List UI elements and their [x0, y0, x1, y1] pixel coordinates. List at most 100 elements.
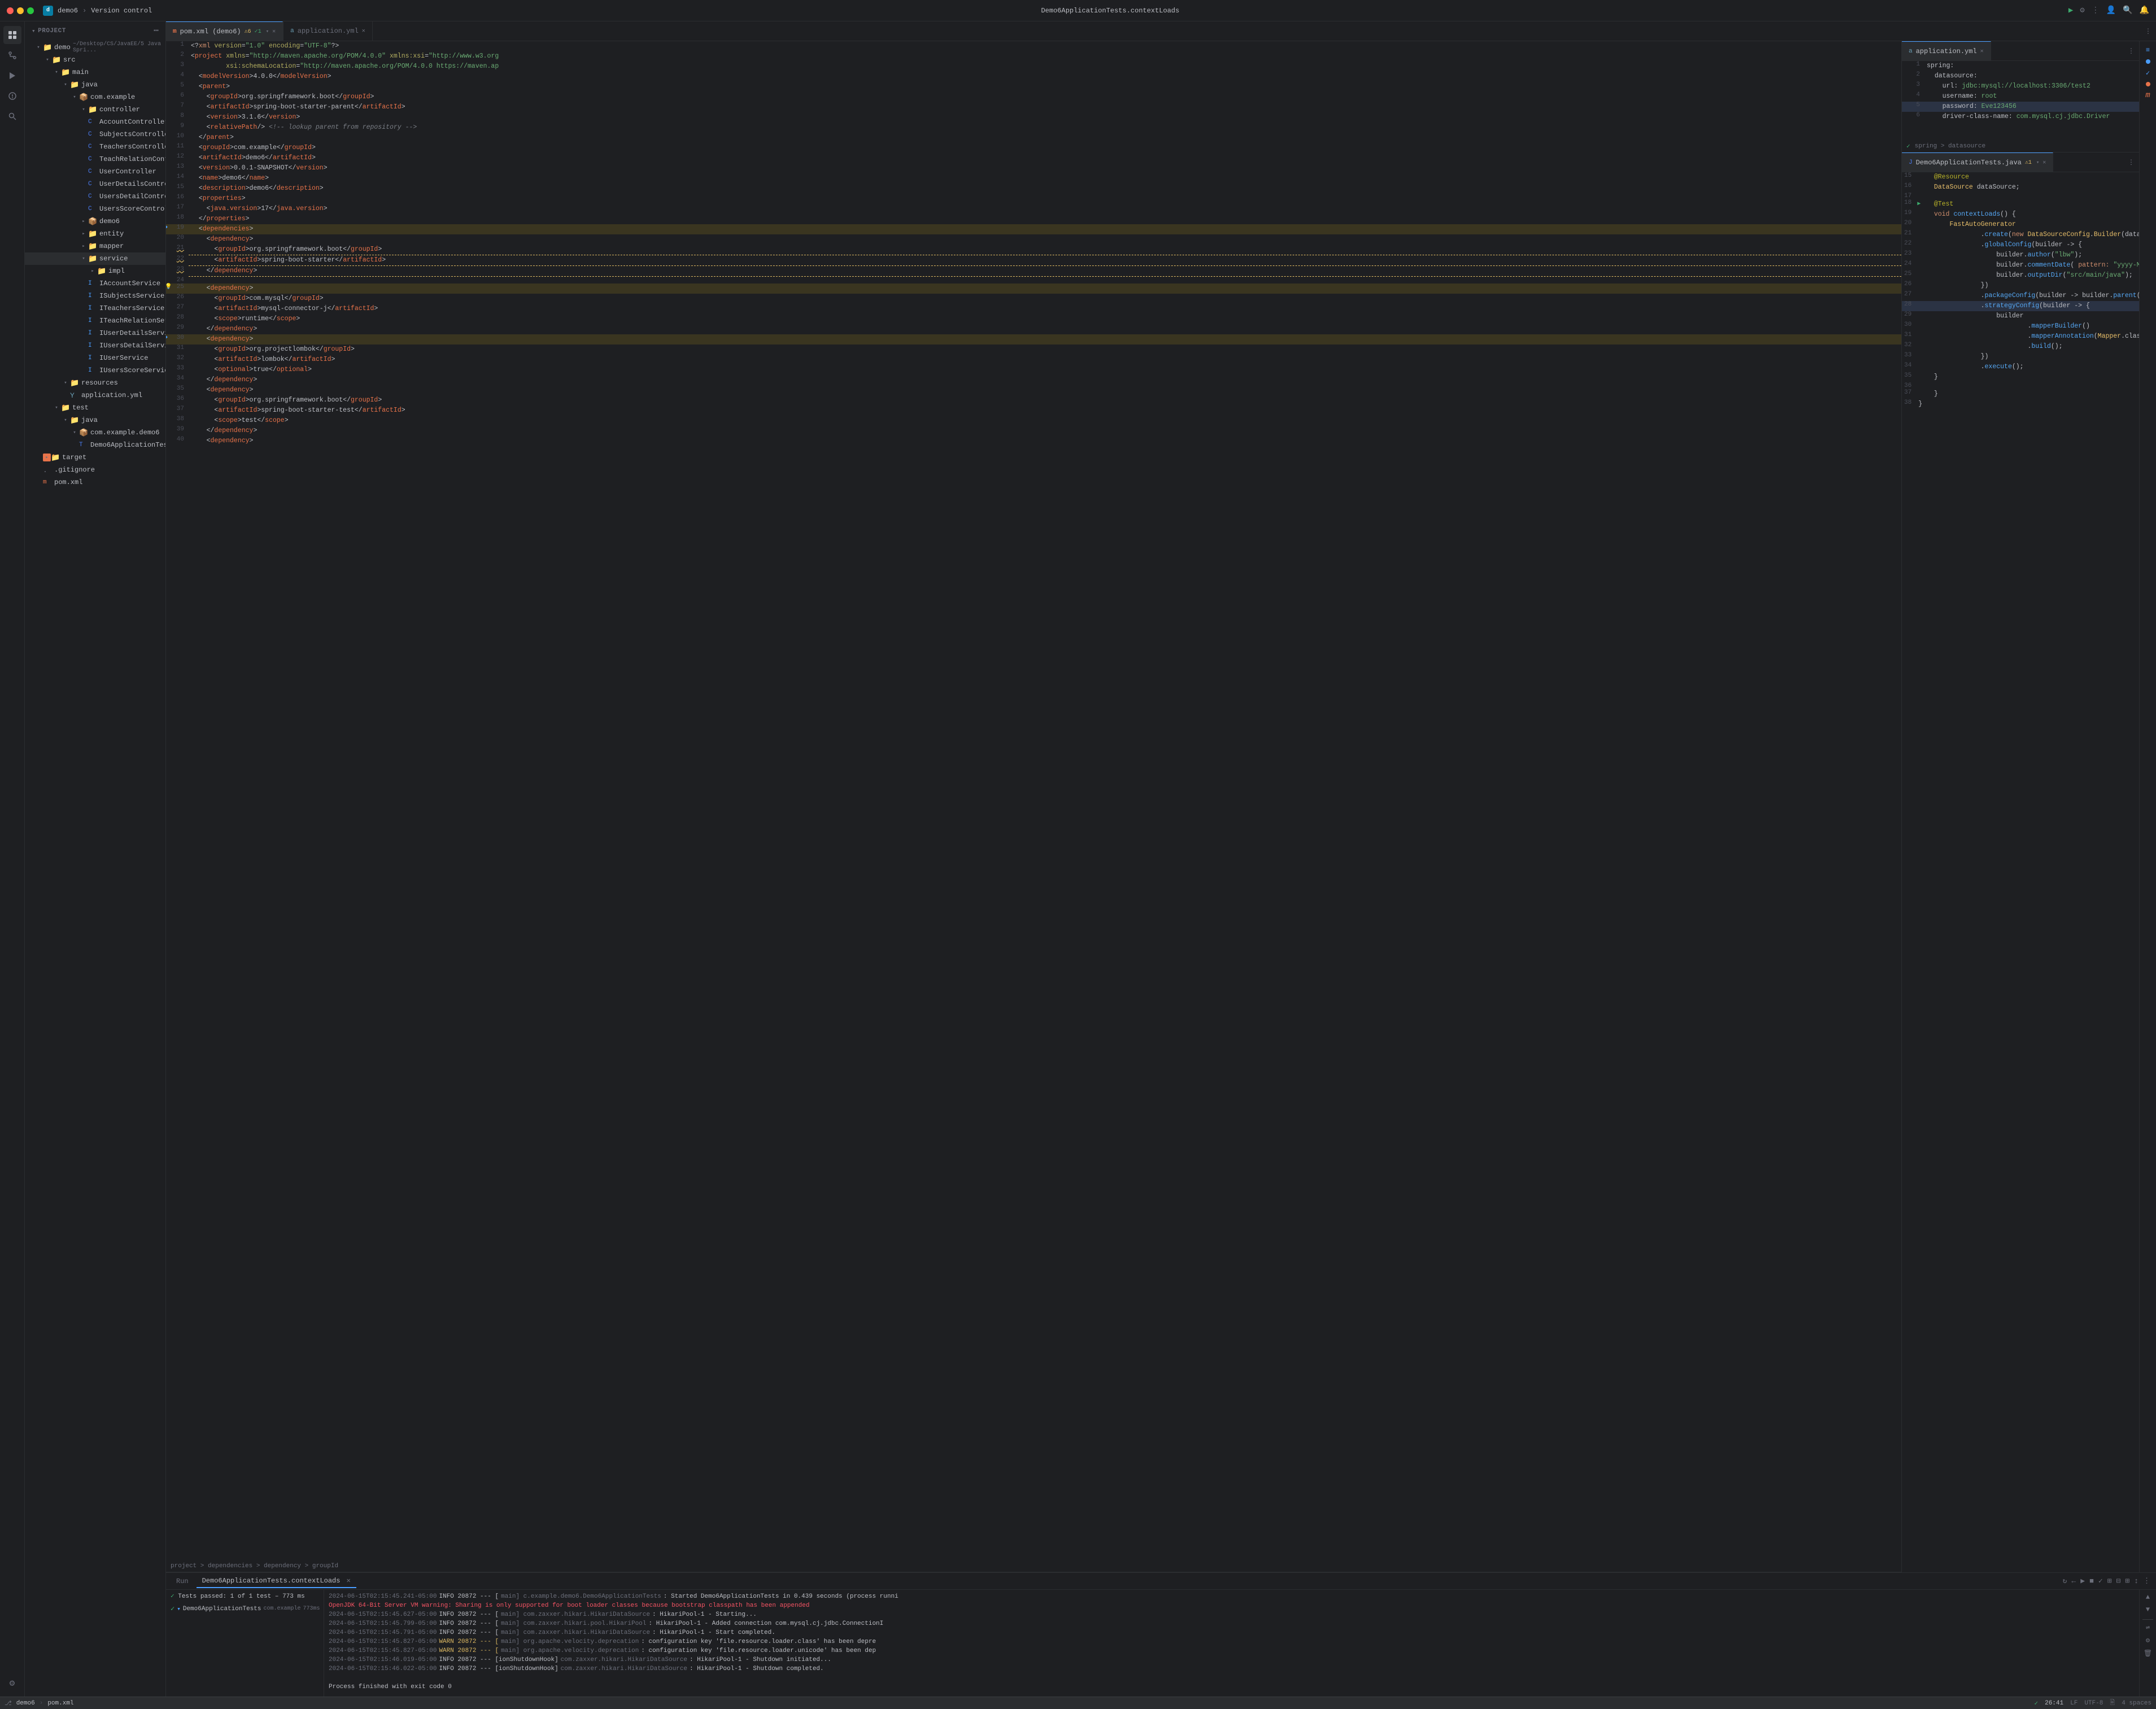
activity-run-icon[interactable] [3, 67, 21, 85]
sidebar-item-pom-xml[interactable]: m pom.xml [25, 476, 165, 489]
sidebar-item-impl[interactable]: ▸ 📁 impl [25, 265, 165, 277]
activity-vcs-icon[interactable] [3, 46, 21, 64]
scroll-up-button[interactable]: ▲ [2145, 1592, 2151, 1602]
tab-yml-close-button[interactable]: ✕ [362, 28, 365, 34]
sidebar-item-ITeachRelationService[interactable]: I ITeachRelationService [25, 315, 165, 327]
sidebar-item-java-test[interactable]: ▾ 📁 java [25, 414, 165, 426]
panel-settings-icon[interactable]: ⚙ [2145, 1635, 2151, 1646]
test-tree-root[interactable]: ✓ ▾ Demo6ApplicationTests com.example 77… [171, 1603, 319, 1614]
project-name[interactable]: demo6 [58, 7, 78, 15]
sidebar-item-UsersDetailController[interactable]: C UsersDetailController [25, 190, 165, 203]
panel-expand-icon[interactable]: ⊞ [2124, 1576, 2131, 1586]
line-ending[interactable]: LF [2070, 1700, 2078, 1707]
sidebar-item-java[interactable]: ▾ 📁 java [25, 79, 165, 91]
git-branch-name[interactable]: demo6 [16, 1700, 35, 1707]
notifications-icon[interactable]: 🔔 [2140, 6, 2149, 15]
sidebar-item-IUserService[interactable]: I IUserService [25, 352, 165, 364]
sidebar-item-UsersScoreController[interactable]: C UsersScoreController [25, 203, 165, 215]
java-code[interactable]: 15 @Resource 16 DataSource dataSource; 1… [1902, 172, 2139, 1572]
sidebar-item-src[interactable]: ▾ 📁 src [25, 54, 165, 66]
sidebar-item-service[interactable]: ▾ 📁 service [25, 252, 165, 265]
activity-debug-icon[interactable] [3, 87, 21, 105]
panel-tab-tests[interactable]: Demo6ApplicationTests.contextLoads ✕ [197, 1574, 356, 1588]
sidebar-item-target[interactable]: ▸ 📁 target [25, 451, 165, 464]
panel-clear-icon[interactable]: 🗑 [2142, 1648, 2153, 1659]
sidebar-item-IUsersScoreService[interactable]: I IUsersScoreService [25, 364, 165, 377]
tab-yaml-active[interactable]: a application.yml ✕ [1902, 41, 1991, 60]
sidebar-item-gitignore[interactable]: . .gitignore [25, 464, 165, 476]
panel-rerun-icon[interactable]: ▶ [2079, 1576, 2086, 1586]
panel-tab-run[interactable]: Run [171, 1575, 194, 1588]
panel-back-icon[interactable]: ← [2070, 1576, 2077, 1586]
sidebar-item-IUsersDetailService[interactable]: I IUsersDetailService [25, 339, 165, 352]
sidebar-item-TeachRelationController[interactable]: C TeachRelationController [25, 153, 165, 165]
sidebar-header[interactable]: ▾ Project ⋯ [25, 21, 165, 40]
titlebar: d demo6 › Version control Demo6Applicati… [0, 0, 2156, 21]
status-file[interactable]: pom.xml [47, 1700, 73, 1707]
yaml-tab-close[interactable]: ✕ [1980, 48, 1984, 55]
sidebar-item-com-example-demo6[interactable]: ▾ 📦 com.example.demo6 [25, 426, 165, 439]
panel-check-icon[interactable]: ✓ [2097, 1576, 2104, 1586]
log-output[interactable]: 2024-06-15T02:15:45.241-05:00 INFO 20872… [324, 1590, 2139, 1697]
pom-breadcrumb: project > dependencies > dependency > gr… [166, 1560, 1901, 1572]
minimize-button[interactable] [17, 7, 24, 14]
sidebar-item-test[interactable]: ▾ 📁 test [25, 402, 165, 414]
activity-project-icon[interactable] [3, 26, 21, 44]
sidebar-item-mapper[interactable]: ▸ 📁 mapper [25, 240, 165, 252]
more-options-icon[interactable]: ⋮ [2092, 6, 2100, 15]
maximize-button[interactable] [27, 7, 34, 14]
scroll-down-button[interactable]: ▼ [2145, 1605, 2151, 1615]
run-button[interactable]: ▶ [2068, 6, 2073, 15]
sidebar-item-AccountController[interactable]: C AccountController [25, 116, 165, 128]
java-tab-close[interactable]: ✕ [2042, 159, 2046, 166]
close-button[interactable] [7, 7, 14, 14]
structure-icon[interactable]: ≡ [2141, 43, 2155, 57]
panel-more-icon[interactable]: ⋮ [2142, 1576, 2151, 1586]
tests-tab-close[interactable]: ✕ [347, 1577, 351, 1585]
sidebar-item-Demo6ApplicationTests[interactable]: T Demo6ApplicationTests [25, 439, 165, 451]
pom-xml-code[interactable]: 1<?xml version="1.0" encoding="UTF-8"?> … [166, 41, 1901, 1560]
right-m-icon[interactable]: m [2141, 89, 2155, 102]
right-check-icon[interactable]: ✓ [2141, 66, 2155, 80]
panel-sort-icon[interactable]: ↕ [2133, 1576, 2140, 1586]
sidebar-item-ISubjectsService[interactable]: I ISubjectsService [25, 290, 165, 302]
yaml-more-icon[interactable]: ⋮ [2123, 47, 2139, 55]
java-more-icon[interactable]: ⋮ [2123, 158, 2139, 167]
version-control-label[interactable]: Version control [91, 7, 152, 15]
sidebar-item-main[interactable]: ▾ 📁 main [25, 66, 165, 79]
encoding[interactable]: UTF-8 [2084, 1700, 2103, 1707]
sidebar-item-com-example[interactable]: ▾ 📦 com.example [25, 91, 165, 103]
sidebar-item-TeachersController[interactable]: C TeachersController [25, 141, 165, 153]
sidebar-item-IUserDetailsService[interactable]: I IUserDetailsService [25, 327, 165, 339]
tab-pom-xml[interactable]: m pom.xml (demo6) ⚠6 ✓1 ▾ ✕ [166, 21, 283, 41]
tab-java-tests[interactable]: J Demo6ApplicationTests.java ⚠1 ▾ ✕ [1902, 152, 2053, 172]
search-icon[interactable]: 🔍 [2123, 6, 2132, 15]
panel-filter-icon[interactable]: ⊞ [2106, 1576, 2113, 1586]
sidebar-item-demo6-root[interactable]: ▾ 📁 demo6 ~/Desktop/CS/JavaEE/5 Java Spr… [25, 41, 165, 54]
activity-settings-icon[interactable]: ⚙ [3, 1674, 21, 1692]
panel-stop-icon[interactable]: ■ [2088, 1576, 2095, 1586]
sidebar-item-controller[interactable]: ▾ 📁 controller [25, 103, 165, 116]
tab-split-button[interactable]: ⋮ [2140, 27, 2156, 36]
tab-application-yml[interactable]: a application.yml ✕ [283, 21, 373, 41]
sidebar-item-SubjectsController[interactable]: C SubjectsController [25, 128, 165, 141]
tab-pom-close-button[interactable]: ✕ [272, 28, 276, 35]
editor-area: m pom.xml (demo6) ⚠6 ✓1 ▾ ✕ a applicatio… [166, 21, 2156, 1697]
user-icon[interactable]: 👤 [2106, 6, 2116, 15]
panel-soft-wrap-icon[interactable]: ⇌ [2145, 1622, 2151, 1633]
sidebar-item-demo6-pkg[interactable]: ▸ 📦 demo6 [25, 215, 165, 228]
sidebar-item-entity[interactable]: ▸ 📁 entity [25, 228, 165, 240]
settings-icon[interactable]: ⚙ [2080, 6, 2084, 15]
sidebar-item-UserDetailsController[interactable]: C UserDetailsController [25, 178, 165, 190]
panel-collapse-icon[interactable]: ⊟ [2115, 1576, 2122, 1586]
indent-value[interactable]: 4 spaces [2122, 1700, 2151, 1707]
sidebar-item-ITeachersService[interactable]: I ITeachersService [25, 302, 165, 315]
sidebar-item-IAccountService[interactable]: I IAccountService [25, 277, 165, 290]
panel-refresh-icon[interactable]: ↻ [2062, 1576, 2068, 1586]
sidebar-item-application-yml[interactable]: Y application.yml [25, 389, 165, 402]
sidebar-item-UserController[interactable]: C UserController [25, 165, 165, 178]
yaml-code[interactable]: 1spring: 2 datasource: 3 url: jdbc:mysql… [1902, 61, 2139, 140]
activity-search-icon[interactable] [3, 107, 21, 125]
cursor-position[interactable]: 26:41 [2045, 1700, 2063, 1707]
sidebar-item-resources[interactable]: ▾ 📁 resources [25, 377, 165, 389]
